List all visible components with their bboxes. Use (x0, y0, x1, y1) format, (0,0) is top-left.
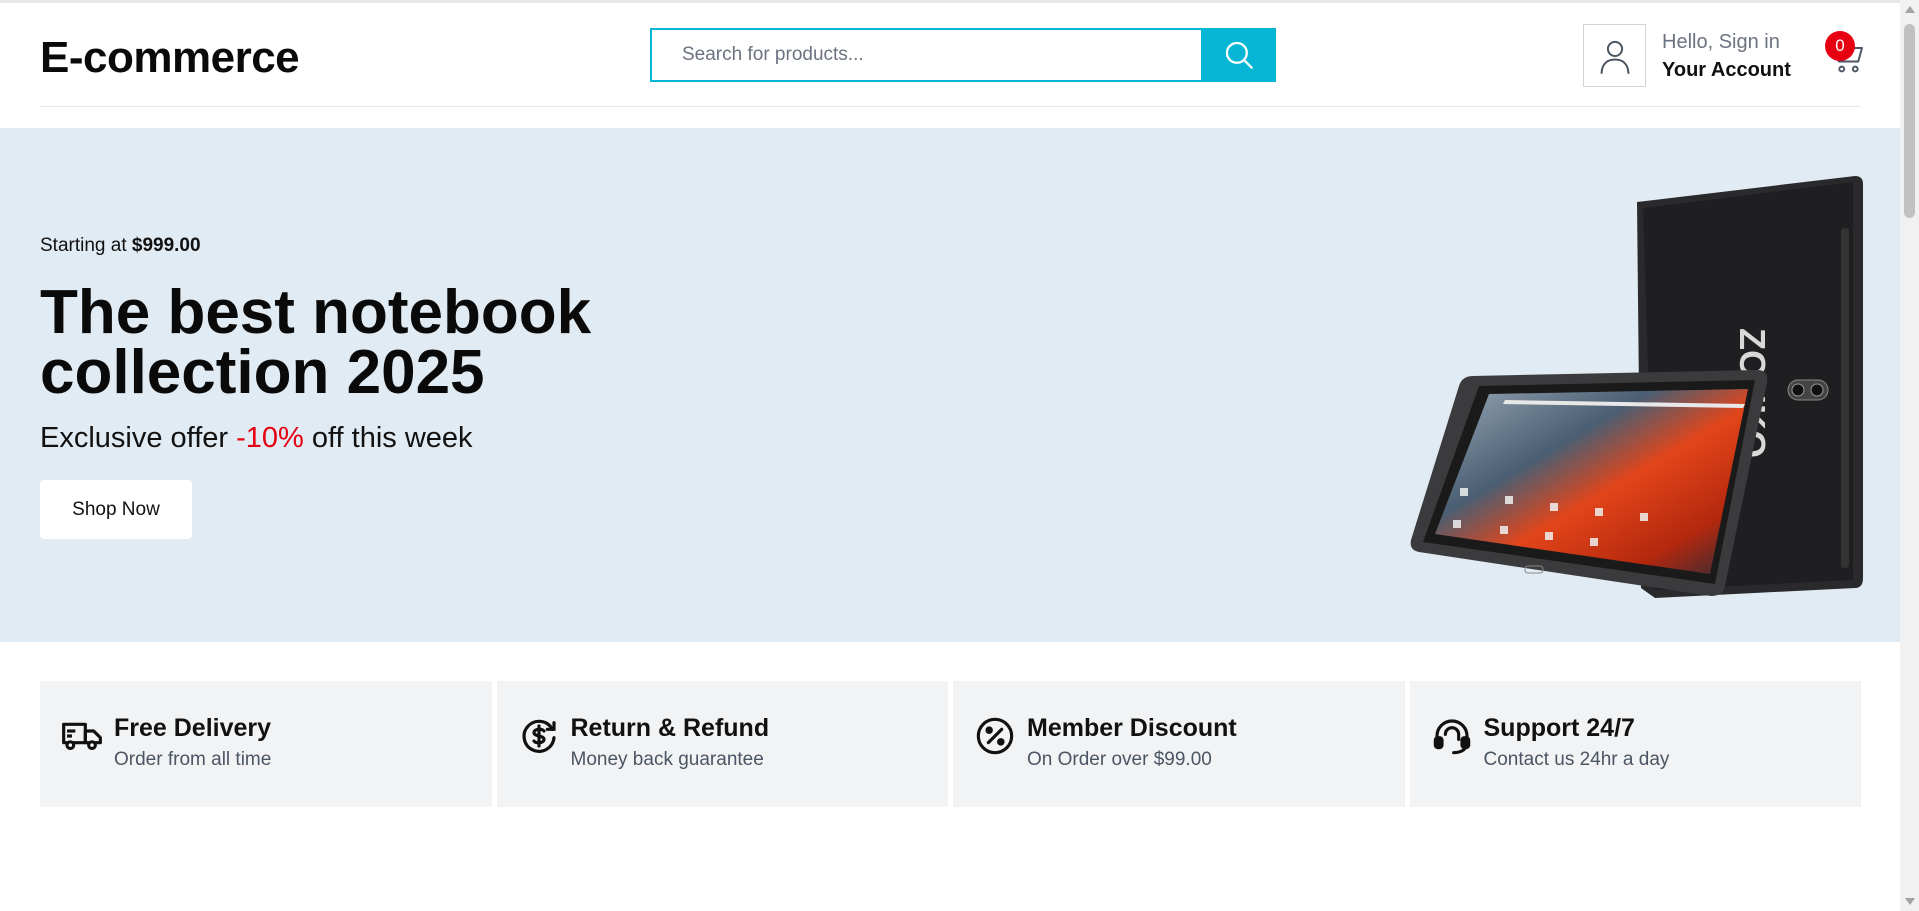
headset-icon (1433, 719, 1470, 755)
hero-starting-price: Starting at $999.00 (40, 235, 201, 257)
dollar-refund-icon (522, 719, 556, 753)
truck-icon (62, 722, 102, 751)
hero-title: The best notebook collection 2025 (40, 278, 592, 407)
account-link[interactable]: Hello, Sign in Your Account (1583, 24, 1791, 87)
page-scrollbar[interactable] (1900, 0, 1919, 911)
offer-prefix: Exclusive offer (40, 422, 237, 454)
scroll-down-arrow[interactable] (1905, 898, 1915, 905)
search-icon (1225, 41, 1253, 69)
feature-card: Support 24/7 Contact us 24hr a day (1409, 681, 1861, 807)
starting-prefix: Starting at (40, 235, 132, 256)
site-header: E-commerce Hello, Sign in Your Account (40, 3, 1863, 107)
feature-subtitle: Money back guarantee (570, 749, 764, 770)
feature-title: Support 24/7 (1483, 714, 1635, 742)
site-logo[interactable]: E-commerce (40, 33, 300, 83)
scrollbar-thumb[interactable] (1904, 24, 1915, 218)
search-bar (650, 28, 1276, 82)
feature-title: Return & Refund (570, 714, 770, 742)
search-button[interactable] (1201, 28, 1276, 82)
shop-now-button[interactable]: Shop Now (40, 480, 192, 539)
feature-title: Member Discount (1027, 714, 1237, 742)
feature-card: Member Discount On Order over $99.00 (953, 681, 1405, 807)
feature-card: Return & Refund Money back guarantee (496, 681, 948, 807)
feature-card: Free Delivery Order from all time (40, 681, 492, 807)
cart-button[interactable]: 0 (1825, 31, 1865, 75)
hero-banner: Starting at $999.00 The best notebook co… (0, 128, 1900, 642)
hero-offer: Exclusive offer -10% off this week (40, 422, 473, 455)
features-row: Free Delivery Order from all time Return… (40, 681, 1861, 807)
cart-count-badge: 0 (1825, 31, 1855, 61)
avatar[interactable] (1583, 24, 1646, 87)
account-label[interactable]: Your Account (1662, 56, 1791, 84)
tablet-product-image: ZONKO (1410, 176, 1863, 598)
feature-subtitle: On Order over $99.00 (1027, 749, 1212, 770)
starting-price: $999.00 (131, 235, 201, 256)
offer-suffix: off this week (303, 422, 473, 454)
feature-title: Free Delivery (114, 714, 272, 742)
user-icon (1600, 40, 1629, 74)
feature-subtitle: Contact us 24hr a day (1483, 749, 1670, 770)
scroll-up-arrow[interactable] (1905, 6, 1915, 13)
search-input[interactable] (650, 28, 1201, 82)
feature-subtitle: Order from all time (114, 749, 272, 770)
offer-percent: -10% (236, 422, 304, 454)
percent-icon (976, 717, 1014, 755)
account-greeting[interactable]: Hello, Sign in (1662, 28, 1791, 56)
